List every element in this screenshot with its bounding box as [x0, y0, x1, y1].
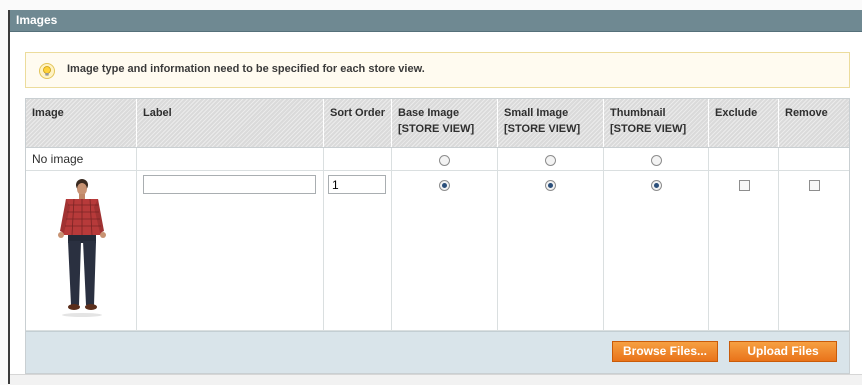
small-image-radio[interactable]: [545, 180, 556, 191]
thumbnail-radio[interactable]: [651, 180, 662, 191]
no-image-small-radio[interactable]: [545, 155, 556, 166]
browse-files-button[interactable]: Browse Files...: [612, 341, 718, 362]
base-image-title: Base Image: [398, 107, 460, 119]
upload-footer: Browse Files... Upload Files: [26, 331, 849, 373]
no-image-label: No image: [32, 152, 84, 166]
header-small-image: Small Image [STORE VIEW]: [498, 99, 604, 147]
header-label: Label: [137, 99, 324, 147]
upload-files-button[interactable]: Upload Files: [729, 341, 837, 362]
header-exclude: Exclude: [709, 99, 779, 147]
thumbnail-title: Thumbnail: [610, 107, 666, 119]
product-thumbnail[interactable]: [46, 175, 116, 319]
header-image: Image: [26, 99, 137, 147]
image-row: [26, 171, 849, 331]
images-grid: Image Label Sort Order Base Image [STORE…: [25, 98, 850, 374]
header-base-image: Base Image [STORE VIEW]: [392, 99, 498, 147]
images-panel: Images Image type and information need t…: [8, 10, 862, 385]
notice-text: Image type and information need to be sp…: [67, 63, 425, 75]
small-image-scope: [STORE VIEW]: [504, 123, 581, 135]
small-image-title: Small Image: [504, 107, 569, 119]
thumbnail-scope: [STORE VIEW]: [610, 123, 687, 135]
base-image-radio[interactable]: [439, 180, 450, 191]
base-image-scope: [STORE VIEW]: [398, 123, 475, 135]
no-image-row: No image: [26, 148, 849, 171]
section-title: Images: [16, 13, 58, 27]
remove-checkbox[interactable]: [809, 180, 820, 191]
label-input[interactable]: [143, 175, 316, 194]
section-header[interactable]: Images: [10, 10, 862, 32]
lightbulb-icon: [39, 63, 55, 79]
notice-box: Image type and information need to be sp…: [25, 52, 850, 88]
header-sort-order: Sort Order: [324, 99, 392, 147]
header-remove: Remove: [785, 107, 828, 119]
no-image-thumbnail-radio[interactable]: [651, 155, 662, 166]
header-thumbnail: Thumbnail [STORE VIEW]: [604, 99, 709, 147]
sort-order-input[interactable]: [328, 175, 386, 194]
exclude-checkbox[interactable]: [739, 180, 750, 191]
panel-bottom-edge: [10, 374, 862, 385]
no-image-base-radio[interactable]: [439, 155, 450, 166]
grid-header: Image Label Sort Order Base Image [STORE…: [26, 99, 849, 148]
